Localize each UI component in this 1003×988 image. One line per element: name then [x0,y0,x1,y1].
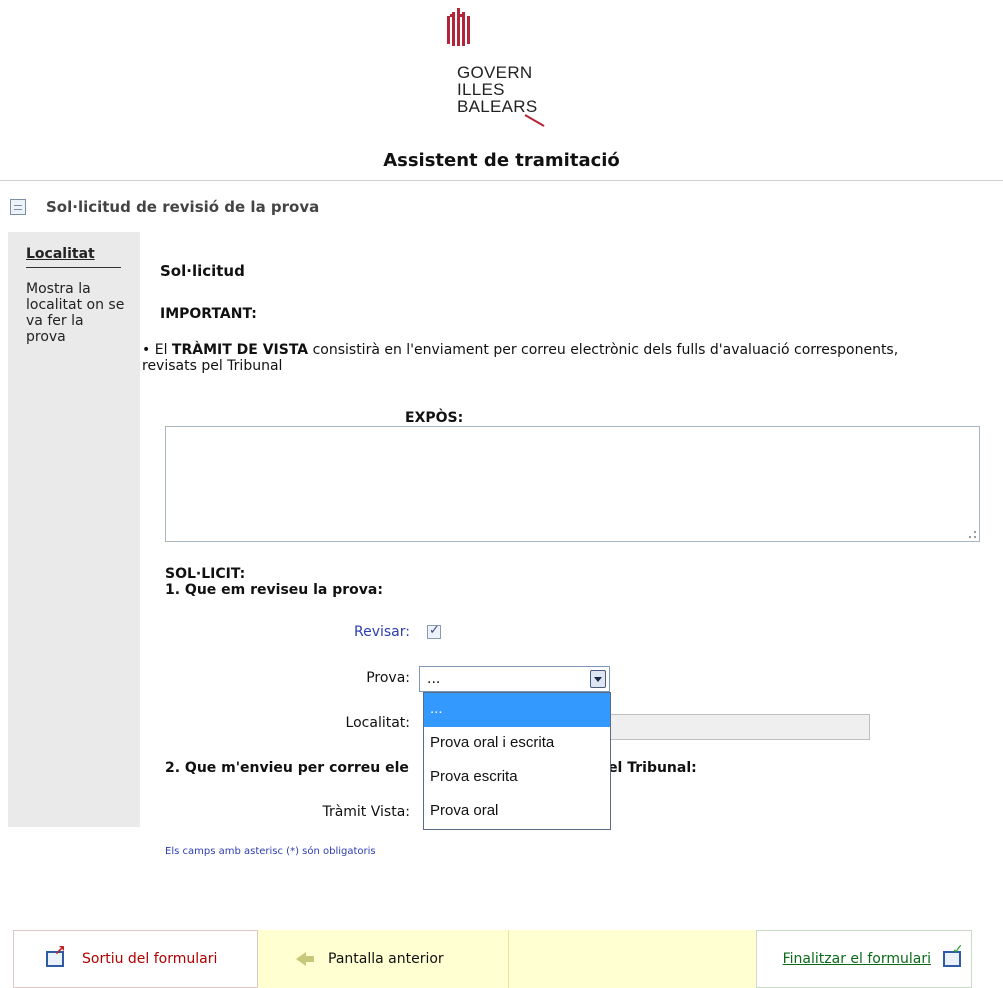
logo-line-illes: ILLES [457,80,505,99]
resize-grip-icon[interactable] [969,531,976,538]
app-title: Assistent de tramitació [383,150,620,171]
prova-option[interactable]: ... [424,693,610,727]
prova-select[interactable]: ... [419,666,610,692]
expos-label: EXPÒS: [405,410,464,426]
bullet-bold: TRÀMIT DE VISTA [171,342,309,358]
previous-screen-label: Pantalla anterior [328,951,444,967]
govern-emblem-icon [447,8,470,46]
govern-illes-balears-logo: GOVERN ILLES BALEARS [447,6,589,136]
item-2-start: 2. Que m'envieu per correu ele [165,760,409,776]
help-divider [26,267,121,268]
tramit-vista-label: Tràmit Vista: [322,804,410,820]
form-header: Sol·licitud de revisió de la prova [10,196,319,218]
solicit-label: SOL·LICIT: [165,566,246,582]
item-1-text: 1. Que em reviseu la prova: [165,582,383,598]
form-main: Sol·licitud IMPORTANT: • El TRÀMIT DE VI… [140,232,1002,857]
form-title: Sol·licitud de revisió de la prova [46,198,320,216]
section-title: Sol·licitud [160,262,245,280]
required-note: Els camps amb asterisc (*) són obligator… [165,846,376,857]
help-panel: Localitat Mostra la localitat on se va f… [8,232,138,827]
document-icon [10,199,26,215]
prova-option[interactable]: Prova escrita [424,761,610,795]
logo-slash [524,114,545,127]
solicit-block: SOL·LICIT: 1. Que em reviseu la prova: [165,566,383,598]
logo-line-govern: GOVERN [457,63,533,82]
previous-screen-button[interactable]: Pantalla anterior [258,930,508,988]
finish-check-icon [943,942,964,967]
form-content: Localitat Mostra la localitat on se va f… [8,232,1002,857]
expos-textarea[interactable] [165,426,980,542]
arrow-left-icon [296,952,314,966]
revisar-checkbox[interactable] [427,623,441,639]
important-label: IMPORTANT: [160,306,257,322]
help-title: Localitat [26,246,95,262]
localitat-input[interactable] [610,714,870,740]
title-divider [0,180,1003,181]
logo-line-balears: BALEARS [457,97,538,116]
nav-spacer [508,930,756,988]
help-text: Mostra la localitat on se va fer la prov… [26,281,125,345]
exit-form-button[interactable]: Sortiu del formulari [13,930,258,988]
localitat-label: Localitat: [345,715,410,731]
bullet-prefix: El [154,342,172,358]
revisar-label: Revisar: [354,624,410,640]
exit-icon [46,943,66,967]
prova-option[interactable]: Prova oral [424,795,610,829]
prova-dropdown-list[interactable]: ... Prova oral i escrita Prova escrita P… [423,692,611,830]
chevron-down-icon[interactable] [590,670,606,688]
finish-form-button[interactable]: Finalitzar el formulari [756,930,972,988]
prova-label: Prova: [366,670,410,686]
prova-select-value: ... [427,671,441,687]
important-bullet: • El TRÀMIT DE VISTA consistirà en l'env… [142,342,899,374]
exit-form-label: Sortiu del formulari [82,951,218,967]
prova-option[interactable]: Prova oral i escrita [424,727,610,761]
navigation-bar: Sortiu del formulari Pantalla anterior F… [13,930,1003,988]
logo-wordmark: GOVERN ILLES BALEARS [457,64,538,115]
finish-form-label: Finalitzar el formulari [782,951,931,967]
